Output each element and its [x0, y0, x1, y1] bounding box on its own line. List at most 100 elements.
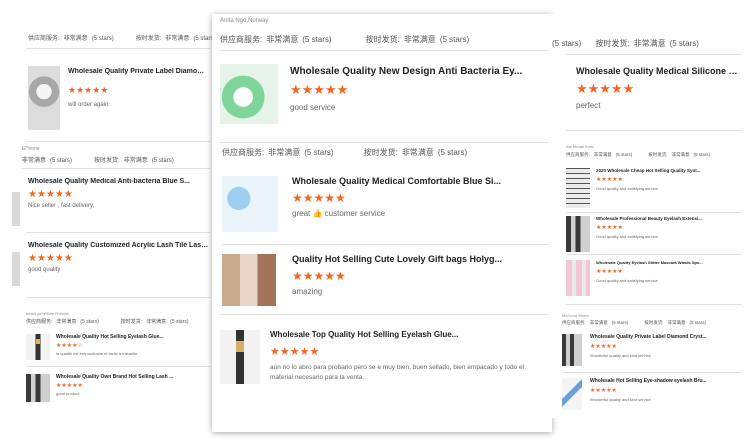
supplier-service-value: 非常满意	[593, 152, 612, 157]
supplier-service-value: 非常满意	[268, 148, 301, 157]
star-rating: ★★★★★	[270, 346, 320, 358]
rating-summary: (5 stars) 按时发货: 非常满意 (5 stars)	[552, 38, 703, 49]
shipping-label: 按时发货:	[135, 36, 162, 42]
product-title[interactable]: Wholesale Quality Private Label Diamond …	[590, 334, 730, 340]
divider	[562, 372, 742, 373]
review-comment: Nice seller , fast delivery,	[28, 203, 95, 209]
product-thumbnail[interactable]	[220, 330, 260, 384]
shipping-label: 按时发货:	[644, 320, 664, 325]
shipping-value: 非常满意	[633, 39, 666, 48]
product-thumbnail[interactable]	[566, 168, 590, 208]
shipping-value: 非常满意	[667, 320, 686, 325]
product-thumbnail[interactable]	[562, 334, 582, 366]
shipping-label: 按时发货:	[648, 152, 668, 157]
product-title[interactable]: Wholesale Quality Medical Silicone Ge...	[576, 66, 742, 76]
shipping-value: 非常满意	[403, 35, 436, 44]
review-comment: perfect	[576, 101, 601, 110]
supplier-service-stars: (5 stars)	[304, 148, 334, 157]
divider	[220, 50, 548, 51]
star-rating: ★★★★★	[292, 191, 346, 205]
review-item[interactable]: Wholesale Quality Own Brand Hot Selling …	[26, 374, 206, 402]
supplier-service-label: 供应商服务:	[26, 319, 53, 325]
shipping-label: 按时发货:	[94, 158, 120, 164]
rating-summary: 供应商服务:非常满意(5 stars)按时发货:非常满意(5 stars)	[28, 33, 212, 42]
reviewer-name: Anita Ngo,Norway	[220, 18, 269, 24]
product-title[interactable]: Wholesale Quality Own Brand Hot Selling …	[56, 374, 206, 380]
product-thumbnail[interactable]	[220, 64, 278, 124]
rating-summary: 非常满意 (5 stars) 按时发货: 非常满意 (5 stars)	[22, 155, 178, 164]
product-thumbnail[interactable]	[28, 66, 60, 130]
product-title[interactable]: 2020 Wholesale Cheap Hot Selling Quality…	[596, 168, 736, 173]
product-title[interactable]: Wholesale Hot Selling Eye-shadow eyelash…	[590, 378, 730, 384]
star-rating: ★★★★★	[28, 253, 73, 264]
review-comment: will order again.	[68, 102, 111, 108]
shipping-value: 非常满意	[671, 152, 690, 157]
product-thumbnail[interactable]	[562, 378, 582, 410]
review-item[interactable]: Quality Hot Selling Cute Lovely Gift bag…	[222, 254, 542, 306]
star-rating: ★★★★★	[590, 388, 617, 394]
shipping-stars: (5 stars)	[439, 35, 470, 44]
rating-summary: 供应商服务:非常满意(5 stars)按时发货:非常满意(5 stars)	[562, 320, 710, 326]
shipping-value: 非常满意	[401, 148, 434, 157]
review-comment: great 👍 customer service	[292, 209, 386, 218]
product-thumbnail[interactable]	[566, 216, 590, 252]
shipping-value: 非常满意	[123, 158, 148, 164]
review-item[interactable]: Wholesale Quality Medical Comfortable Bl…	[222, 176, 542, 232]
product-title[interactable]: Wholesale Quality Medical Comfortable Bl…	[292, 176, 542, 186]
review-item[interactable]: Wholesale Quality Private Label Diamond …	[28, 66, 208, 130]
review-item[interactable]: Wholesale Quality Customized Acrylic Las…	[28, 242, 210, 273]
product-thumbnail[interactable]	[566, 260, 590, 296]
star-rating: ★★★★★	[576, 81, 635, 96]
review-item[interactable]: Wholesale Top Quality Hot Selling Eyelas…	[220, 330, 540, 384]
shipping-value: 非常满意	[146, 319, 167, 325]
product-title[interactable]: Quality Hot Selling Cute Lovely Gift bag…	[292, 254, 542, 264]
product-title[interactable]: Wholesale Top Quality Hot Selling Eyelas…	[270, 330, 540, 339]
supplier-service-label: 供应商服务:	[28, 36, 60, 42]
shipping-stars: (5 stars)	[693, 152, 711, 157]
supplier-service-label: 供应商服务:	[562, 320, 586, 325]
divider	[566, 254, 742, 255]
carousel-edge[interactable]	[12, 252, 20, 286]
supplier-service-stars: (5 stars)	[302, 35, 332, 44]
product-thumbnail[interactable]	[26, 374, 50, 402]
supplier-service-stars: (5 stars)	[552, 39, 582, 48]
product-title[interactable]: Wholesale Quality Hot Selling Eyelash Gl…	[56, 334, 206, 340]
review-item[interactable]: 2020 Wholesale Cheap Hot Selling Quality…	[566, 168, 736, 208]
carousel-edge[interactable]	[12, 192, 20, 226]
review-comment: good product	[56, 391, 80, 396]
product-thumbnail[interactable]	[26, 334, 50, 360]
shipping-stars: (5 stars)	[151, 158, 174, 164]
divider	[566, 212, 742, 213]
supplier-service-stars: (5 stars)	[80, 319, 99, 325]
shipping-value: 非常满意	[165, 36, 190, 42]
product-title[interactable]: Wholesale Quality Eyelash Glitter Mascar…	[596, 260, 736, 265]
reviewer-name: El*eone	[22, 146, 40, 152]
review-item[interactable]: Wholesale Quality Medical Anti-bacteria …	[28, 178, 210, 209]
product-thumbnail[interactable]	[222, 254, 276, 306]
product-title[interactable]: Wholesale Professional Beauty Eyelash Ex…	[596, 216, 736, 221]
review-item[interactable]: Wholesale Quality New Design Anti Bacter…	[220, 64, 540, 124]
rating-summary: 供应商服务:非常满意(5 stars)按时发货:非常满意(5 stars)	[26, 318, 193, 325]
review-item[interactable]: Wholesale Quality Private Label Diamond …	[562, 334, 730, 366]
supplier-service-value: 非常满意	[266, 35, 299, 44]
divider	[566, 304, 742, 305]
review-item[interactable]: Wholesale Quality Medical Silicone Ge...…	[576, 66, 742, 110]
product-thumbnail[interactable]	[222, 176, 278, 232]
star-rating: ★★★★★	[596, 177, 623, 183]
review-comment: la qualité est irréprochable et facile à…	[56, 351, 138, 356]
review-item[interactable]: Wholesale Quality Eyelash Glitter Mascar…	[566, 260, 736, 296]
review-comment: Good quality and satisfying service	[596, 234, 658, 239]
supplier-service-value: 非常满意	[63, 36, 88, 42]
review-comment: Wonderful quality and kind service	[590, 397, 651, 402]
review-item[interactable]: Wholesale Hot Selling Eye-shadow eyelash…	[562, 378, 730, 410]
product-title[interactable]: Wholesale Quality Private Label Diamond …	[68, 68, 208, 75]
review-item[interactable]: Wholesale Quality Hot Selling Eyelash Gl…	[26, 334, 206, 360]
supplier-service-stars: (5 stars)	[50, 158, 73, 164]
shipping-label: 按时发货:	[595, 39, 630, 48]
product-title[interactable]: Wholesale Quality New Design Anti Bacter…	[290, 66, 540, 77]
product-title[interactable]: Wholesale Quality Medical Anti-bacteria …	[28, 178, 210, 185]
divider	[566, 130, 742, 131]
shipping-stars: (5 stars)	[689, 320, 707, 325]
review-item[interactable]: Wholesale Professional Beauty Eyelash Ex…	[566, 216, 736, 252]
product-title[interactable]: Wholesale Quality Customized Acrylic Las…	[28, 242, 210, 249]
